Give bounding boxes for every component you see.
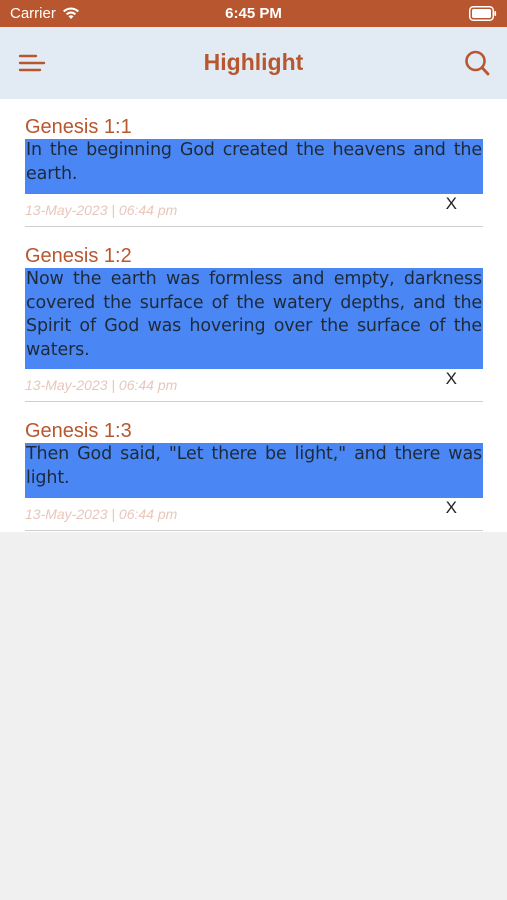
highlight-item: Genesis 1:1 In the beginning God created… (25, 115, 483, 227)
delete-highlight-button[interactable]: X (446, 369, 457, 389)
delete-highlight-button[interactable]: X (446, 498, 457, 518)
highlight-date: 13-May-2023 | 06:44 pm (25, 377, 178, 393)
highlight-item: Genesis 1:3 Then God said, "Let there be… (25, 419, 483, 531)
highlight-date: 13-May-2023 | 06:44 pm (25, 506, 178, 522)
highlighted-verse-text[interactable]: In the beginning God created the heavens… (25, 139, 483, 194)
verse-reference[interactable]: Genesis 1:2 (25, 244, 483, 268)
status-bar: Carrier 6:45 PM (0, 0, 507, 27)
battery-icon (469, 6, 497, 21)
status-time: 6:45 PM (225, 5, 282, 22)
highlighted-verse-text[interactable]: Now the earth was formless and empty, da… (25, 268, 483, 369)
delete-highlight-button[interactable]: X (446, 194, 457, 214)
page-title: Highlight (203, 49, 304, 75)
search-icon[interactable] (464, 49, 490, 77)
highlighted-verse-text[interactable]: Then God said, "Let there be light," and… (25, 443, 483, 498)
navigation-bar: Highlight (0, 27, 507, 99)
verse-reference[interactable]: Genesis 1:3 (25, 419, 483, 443)
verse-reference[interactable]: Genesis 1:1 (25, 115, 483, 139)
highlight-item: Genesis 1:2 Now the earth was formless a… (25, 244, 483, 402)
highlight-date: 13-May-2023 | 06:44 pm (25, 202, 178, 218)
highlight-list: Genesis 1:1 In the beginning God created… (0, 99, 507, 532)
